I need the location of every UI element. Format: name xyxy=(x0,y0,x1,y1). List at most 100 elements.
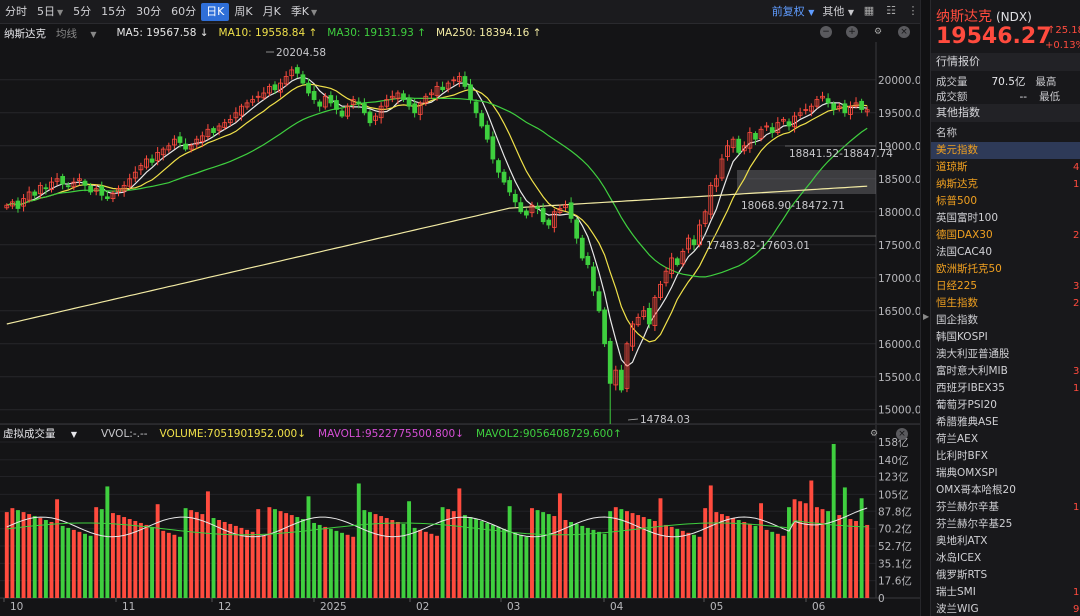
volume-bar xyxy=(865,524,870,598)
index-item[interactable]: 波兰WIG 9 xyxy=(931,601,1080,616)
index-item[interactable]: 法国CAC40 xyxy=(931,244,1080,261)
index-item[interactable]: 希腊雅典ASE xyxy=(931,414,1080,431)
volume-bar xyxy=(295,517,300,598)
volume-bar xyxy=(261,535,266,598)
volume-bar xyxy=(725,516,730,598)
vol-tick-label: 52.7亿 xyxy=(878,540,912,553)
volume-bar xyxy=(630,513,635,598)
index-item[interactable]: 比利时BFX xyxy=(931,448,1080,465)
index-item[interactable]: 德国DAX30 2 xyxy=(931,227,1080,244)
candle xyxy=(43,187,49,190)
volume-bar xyxy=(580,525,585,598)
index-item-name: 德国DAX30 xyxy=(936,229,993,241)
index-item-name: 比利时BFX xyxy=(936,450,988,462)
volume-bar xyxy=(759,503,764,598)
candle xyxy=(479,113,485,127)
index-item-name: 恒生指数 xyxy=(936,297,978,309)
index-item[interactable]: 荷兰AEX xyxy=(931,431,1080,448)
volume-bar xyxy=(155,504,160,598)
volume-bar xyxy=(172,534,177,598)
volume-row: 成交量 70.5亿 最高 xyxy=(936,74,1056,89)
candle xyxy=(490,136,496,160)
volume-bar xyxy=(362,510,367,598)
volume-bar xyxy=(524,536,529,598)
index-item[interactable]: 英国富时100 xyxy=(931,210,1080,227)
volume-bar xyxy=(546,514,551,598)
candle xyxy=(607,340,613,384)
candle xyxy=(646,307,652,325)
candle xyxy=(619,369,624,391)
vol-tick-label: 35.1亿 xyxy=(878,557,912,570)
candle xyxy=(535,206,540,209)
index-item[interactable]: 芬兰赫尔辛基 1 xyxy=(931,499,1080,516)
index-item[interactable]: 国企指数 xyxy=(931,312,1080,329)
y-tick-label: 16500.0 xyxy=(878,306,920,318)
candle xyxy=(65,185,71,188)
volume-label: 成交量 xyxy=(936,76,968,88)
volume-bar xyxy=(675,528,680,598)
index-item[interactable]: 日经225 3 xyxy=(931,278,1080,295)
quote-name: 纳斯达克 (NDX) xyxy=(936,6,1032,26)
volume-bar xyxy=(814,507,819,598)
volume-bar xyxy=(613,507,618,598)
index-item[interactable]: 美元指数 xyxy=(931,142,1080,159)
index-item[interactable]: 澳大利亚普通股 xyxy=(931,346,1080,363)
volume-bar xyxy=(602,533,607,598)
candle xyxy=(831,103,837,110)
volume-bar xyxy=(719,514,724,598)
amount-value: -- xyxy=(1019,91,1028,103)
index-item[interactable]: 恒生指数 2 xyxy=(931,295,1080,312)
index-item[interactable]: 俄罗斯RTS xyxy=(931,567,1080,584)
index-item[interactable]: 瑞典OMXSPI xyxy=(931,465,1080,482)
index-item[interactable]: 标普500 xyxy=(931,193,1080,210)
gear-icon[interactable]: ⚙ xyxy=(868,428,880,440)
volume-bar xyxy=(395,521,400,598)
close-icon[interactable]: × xyxy=(896,428,908,440)
index-item[interactable]: 奥地利ATX xyxy=(931,533,1080,550)
volume-bar xyxy=(60,525,65,598)
volume-title: 虚拟成交量 xyxy=(3,428,56,440)
volume-bar xyxy=(222,521,227,598)
volume-bar xyxy=(367,512,372,598)
volume-bar xyxy=(775,533,780,598)
volume-bar xyxy=(803,503,808,598)
candle xyxy=(540,208,546,223)
price-annotation: 17483.82-17603.01 xyxy=(706,240,810,252)
volume-bar xyxy=(373,514,378,598)
volume-bar xyxy=(608,511,613,598)
index-item[interactable]: 纳斯达克 1 xyxy=(931,176,1080,193)
quote-price: 19546.27 xyxy=(936,24,1052,49)
volume-bar xyxy=(284,513,289,598)
volume-title-dropdown[interactable]: 虚拟成交量 ▼ xyxy=(3,426,89,441)
index-item[interactable]: 韩国KOSPI xyxy=(931,329,1080,346)
index-item[interactable]: 富时意大利MIB 3 xyxy=(931,363,1080,380)
amount-label: 成交额 xyxy=(936,91,968,103)
high-label: 最高 xyxy=(1035,76,1057,88)
index-item[interactable]: 欧洲斯托克50 xyxy=(931,261,1080,278)
index-item[interactable]: 道琼斯 4 xyxy=(931,159,1080,176)
volume-bar xyxy=(574,523,579,598)
y-tick-label: 17500.0 xyxy=(878,240,920,252)
index-item[interactable]: 芬兰赫尔辛基25 xyxy=(931,516,1080,533)
volume-bar xyxy=(233,525,238,598)
volume-bar xyxy=(267,507,272,598)
volume-bar xyxy=(747,523,752,598)
index-item[interactable]: OMX哥本哈根20 xyxy=(931,482,1080,499)
kline-chart[interactable]: 20000.019500.019000.018500.018000.017500… xyxy=(0,0,920,616)
price-annotation: 18841.52-18847.74 xyxy=(789,148,893,160)
candle xyxy=(585,255,591,265)
candle xyxy=(579,237,585,259)
volume-bar xyxy=(278,511,283,598)
index-item[interactable]: 瑞士SMI 1 xyxy=(931,584,1080,601)
chevron-down-icon: ▼ xyxy=(70,430,77,439)
panel-collapse-bar[interactable]: ▶ xyxy=(920,0,930,616)
volume-bar xyxy=(345,534,350,598)
index-item-name: 美元指数 xyxy=(936,144,978,156)
volume-bar xyxy=(697,536,702,598)
index-item[interactable]: 冰岛ICEX xyxy=(931,550,1080,567)
volume-bar xyxy=(407,501,412,598)
index-item[interactable]: 西班牙IBEX35 1 xyxy=(931,380,1080,397)
index-item[interactable]: 葡萄牙PSI20 xyxy=(931,397,1080,414)
price-annotation: 18068.90-18472.71 xyxy=(741,200,845,212)
volume-bar xyxy=(328,528,333,598)
